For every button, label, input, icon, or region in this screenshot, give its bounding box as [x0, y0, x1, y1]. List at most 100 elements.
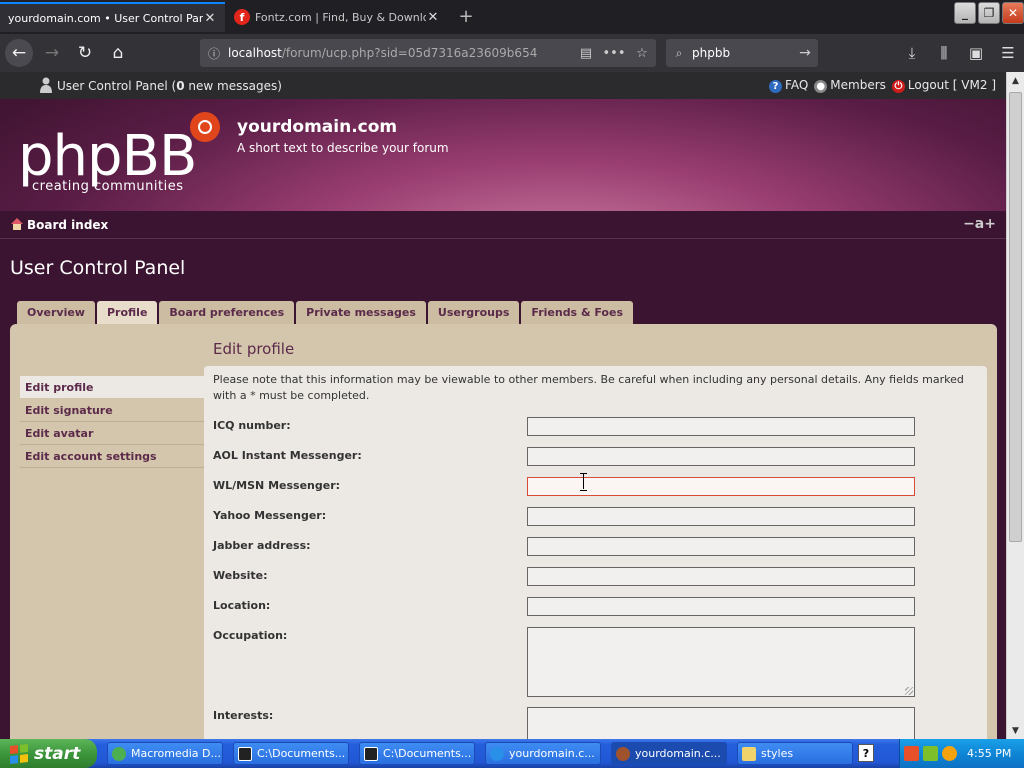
icq-label: ICQ number:: [213, 419, 291, 432]
scrollbar-thumb[interactable]: [1009, 92, 1022, 542]
toolbar-icons: ⤓ ⫼ ▣ ☰: [896, 39, 1024, 67]
new-messages-label: new messages: [188, 78, 278, 93]
browser-nav-bar: ← → ↻ ⌂ ⓘ localhost/forum/ucp.php?sid=05…: [0, 34, 1024, 72]
taskbar-item-label: C:\Documents...: [383, 747, 472, 760]
subnav-edit-account-settings[interactable]: Edit account settings: [20, 445, 205, 468]
start-button[interactable]: start: [0, 739, 97, 768]
restore-button[interactable]: ❐: [978, 2, 1000, 24]
jabber-field[interactable]: [527, 537, 915, 556]
taskbar-item-label: yourdomain.c...: [635, 747, 721, 760]
tab-friends-foes[interactable]: Friends & Foes: [521, 301, 633, 324]
7zip-icon: [364, 746, 378, 761]
tray-network-icon[interactable]: [923, 746, 938, 761]
taskbar-item-ie[interactable]: yourdomain.c...: [485, 742, 601, 765]
tab-private-messages[interactable]: Private messages: [296, 301, 426, 324]
ucp-link[interactable]: User Control Panel (0 new messages): [57, 79, 282, 93]
tab-title: yourdomain.com • User Control Panel • U: [8, 11, 203, 25]
url-path: /forum/ucp.php?sid=05d7316a23609b654: [281, 46, 538, 60]
page-title: User Control Panel: [10, 257, 186, 279]
jabber-label: Jabber address:: [213, 539, 311, 552]
page-scrollbar[interactable]: ▲ ▼: [1006, 72, 1024, 739]
scroll-down-icon[interactable]: ▼: [1007, 722, 1024, 739]
internet-explorer-icon: [490, 746, 504, 761]
forward-icon[interactable]: →: [38, 39, 66, 67]
ucp-panel: Edit profile Edit profile Edit signature…: [10, 324, 997, 739]
tray-app-icon[interactable]: [904, 746, 919, 761]
taskbar-item-macromedia[interactable]: Macromedia D...: [107, 742, 223, 765]
more-icon[interactable]: •••: [600, 46, 628, 61]
home-icon: [10, 218, 24, 231]
url-bar[interactable]: ⓘ localhost/forum/ucp.php?sid=05d7316a23…: [200, 39, 656, 67]
taskbar-item-label: styles: [761, 747, 794, 760]
system-tray: 4:55 PM: [899, 739, 1024, 768]
location-field[interactable]: [527, 597, 915, 616]
browser-tab-strip: yourdomain.com • User Control Panel • U …: [0, 0, 1024, 34]
sidebar-icon[interactable]: ▣: [960, 44, 992, 62]
bookmark-star-icon[interactable]: ☆: [628, 46, 656, 61]
library-icon[interactable]: ⫼: [928, 44, 960, 62]
occupation-textarea[interactable]: [527, 627, 915, 697]
tray-search-icon[interactable]: [942, 746, 957, 761]
url-text[interactable]: localhost/forum/ucp.php?sid=05d7316a2360…: [228, 46, 572, 60]
logout-power-icon: ⏻: [891, 80, 905, 93]
user-icon: [40, 77, 52, 93]
download-icon[interactable]: ⤓: [896, 44, 928, 62]
search-text: phpbb: [692, 46, 731, 60]
taskbar-item-styles[interactable]: styles: [737, 742, 853, 765]
taskbar-item-label: Macromedia D...: [131, 747, 222, 760]
logo-tagline: creating communities: [32, 179, 184, 194]
logout-link[interactable]: ⏻ Logout [ VM2 ]: [891, 78, 996, 93]
taskbar-item-firefox[interactable]: yourdomain.c...: [611, 742, 727, 765]
close-tab-icon[interactable]: ✕: [203, 11, 217, 26]
minimize-button[interactable]: _: [954, 2, 976, 24]
window-controls: _ ❐ ✕: [952, 2, 1024, 24]
menu-icon[interactable]: ☰: [992, 44, 1024, 62]
info-icon[interactable]: ⓘ: [200, 45, 228, 62]
occupation-label: Occupation:: [213, 629, 288, 642]
fontz-favicon-icon: f: [234, 9, 250, 25]
subnav-edit-avatar[interactable]: Edit avatar: [20, 422, 205, 445]
close-window-button[interactable]: ✕: [1002, 2, 1024, 24]
help-icon[interactable]: ?: [858, 744, 874, 762]
yahoo-field[interactable]: [527, 507, 915, 526]
font-size-toggle-icon[interactable]: −a+: [963, 216, 996, 232]
members-link[interactable]: ● Members: [814, 78, 886, 93]
tab-profile[interactable]: Profile: [96, 301, 158, 324]
subnav-edit-signature[interactable]: Edit signature: [20, 399, 205, 422]
close-tab-icon[interactable]: ✕: [426, 10, 440, 25]
tab-usergroups[interactable]: Usergroups: [427, 301, 520, 324]
search-input[interactable]: ⌕ phpbb →: [666, 39, 818, 67]
reader-icon[interactable]: ▤: [572, 46, 600, 61]
back-icon[interactable]: ←: [5, 39, 33, 67]
taskbar-item-7zip-2[interactable]: C:\Documents...: [359, 742, 475, 765]
subnav-edit-profile[interactable]: Edit profile: [20, 376, 205, 399]
new-tab-icon[interactable]: +: [455, 5, 477, 27]
scroll-up-icon[interactable]: ▲: [1007, 72, 1024, 89]
website-field[interactable]: [527, 567, 915, 586]
taskbar-item-7zip-1[interactable]: C:\Documents...: [233, 742, 349, 765]
go-arrow-icon[interactable]: →: [792, 45, 818, 61]
windows-flag-icon: [10, 743, 28, 764]
site-tagline: A short text to describe your forum: [237, 141, 449, 155]
tab-board-preferences[interactable]: Board preferences: [159, 301, 295, 324]
browser-tab-fontz[interactable]: f Fontz.com | Find, Buy & Download ✕: [226, 2, 448, 32]
board-index-link[interactable]: Board index: [27, 218, 108, 232]
tab-overview[interactable]: Overview: [17, 301, 95, 324]
privacy-notice: Please note that this information may be…: [213, 373, 964, 402]
phpbb-logo[interactable]: phpBB creating communities: [18, 129, 197, 195]
7zip-icon: [238, 746, 252, 761]
browser-tab-active[interactable]: yourdomain.com • User Control Panel • U …: [0, 2, 225, 32]
taskbar: start Macromedia D... C:\Documents... C:…: [0, 739, 1024, 768]
aim-field[interactable]: [527, 447, 915, 466]
site-description: yourdomain.com A short text to describe …: [237, 117, 449, 155]
start-label: start: [34, 743, 81, 764]
resize-handle-icon[interactable]: [905, 687, 913, 695]
text-cursor-icon: [579, 473, 588, 491]
interests-textarea[interactable]: [527, 707, 915, 739]
icq-field[interactable]: [527, 417, 915, 436]
home-icon[interactable]: ⌂: [104, 39, 132, 67]
members-icon: ●: [814, 80, 828, 93]
faq-icon: ?: [769, 80, 783, 93]
faq-link[interactable]: ? FAQ: [769, 78, 808, 93]
reload-icon[interactable]: ↻: [71, 39, 99, 67]
